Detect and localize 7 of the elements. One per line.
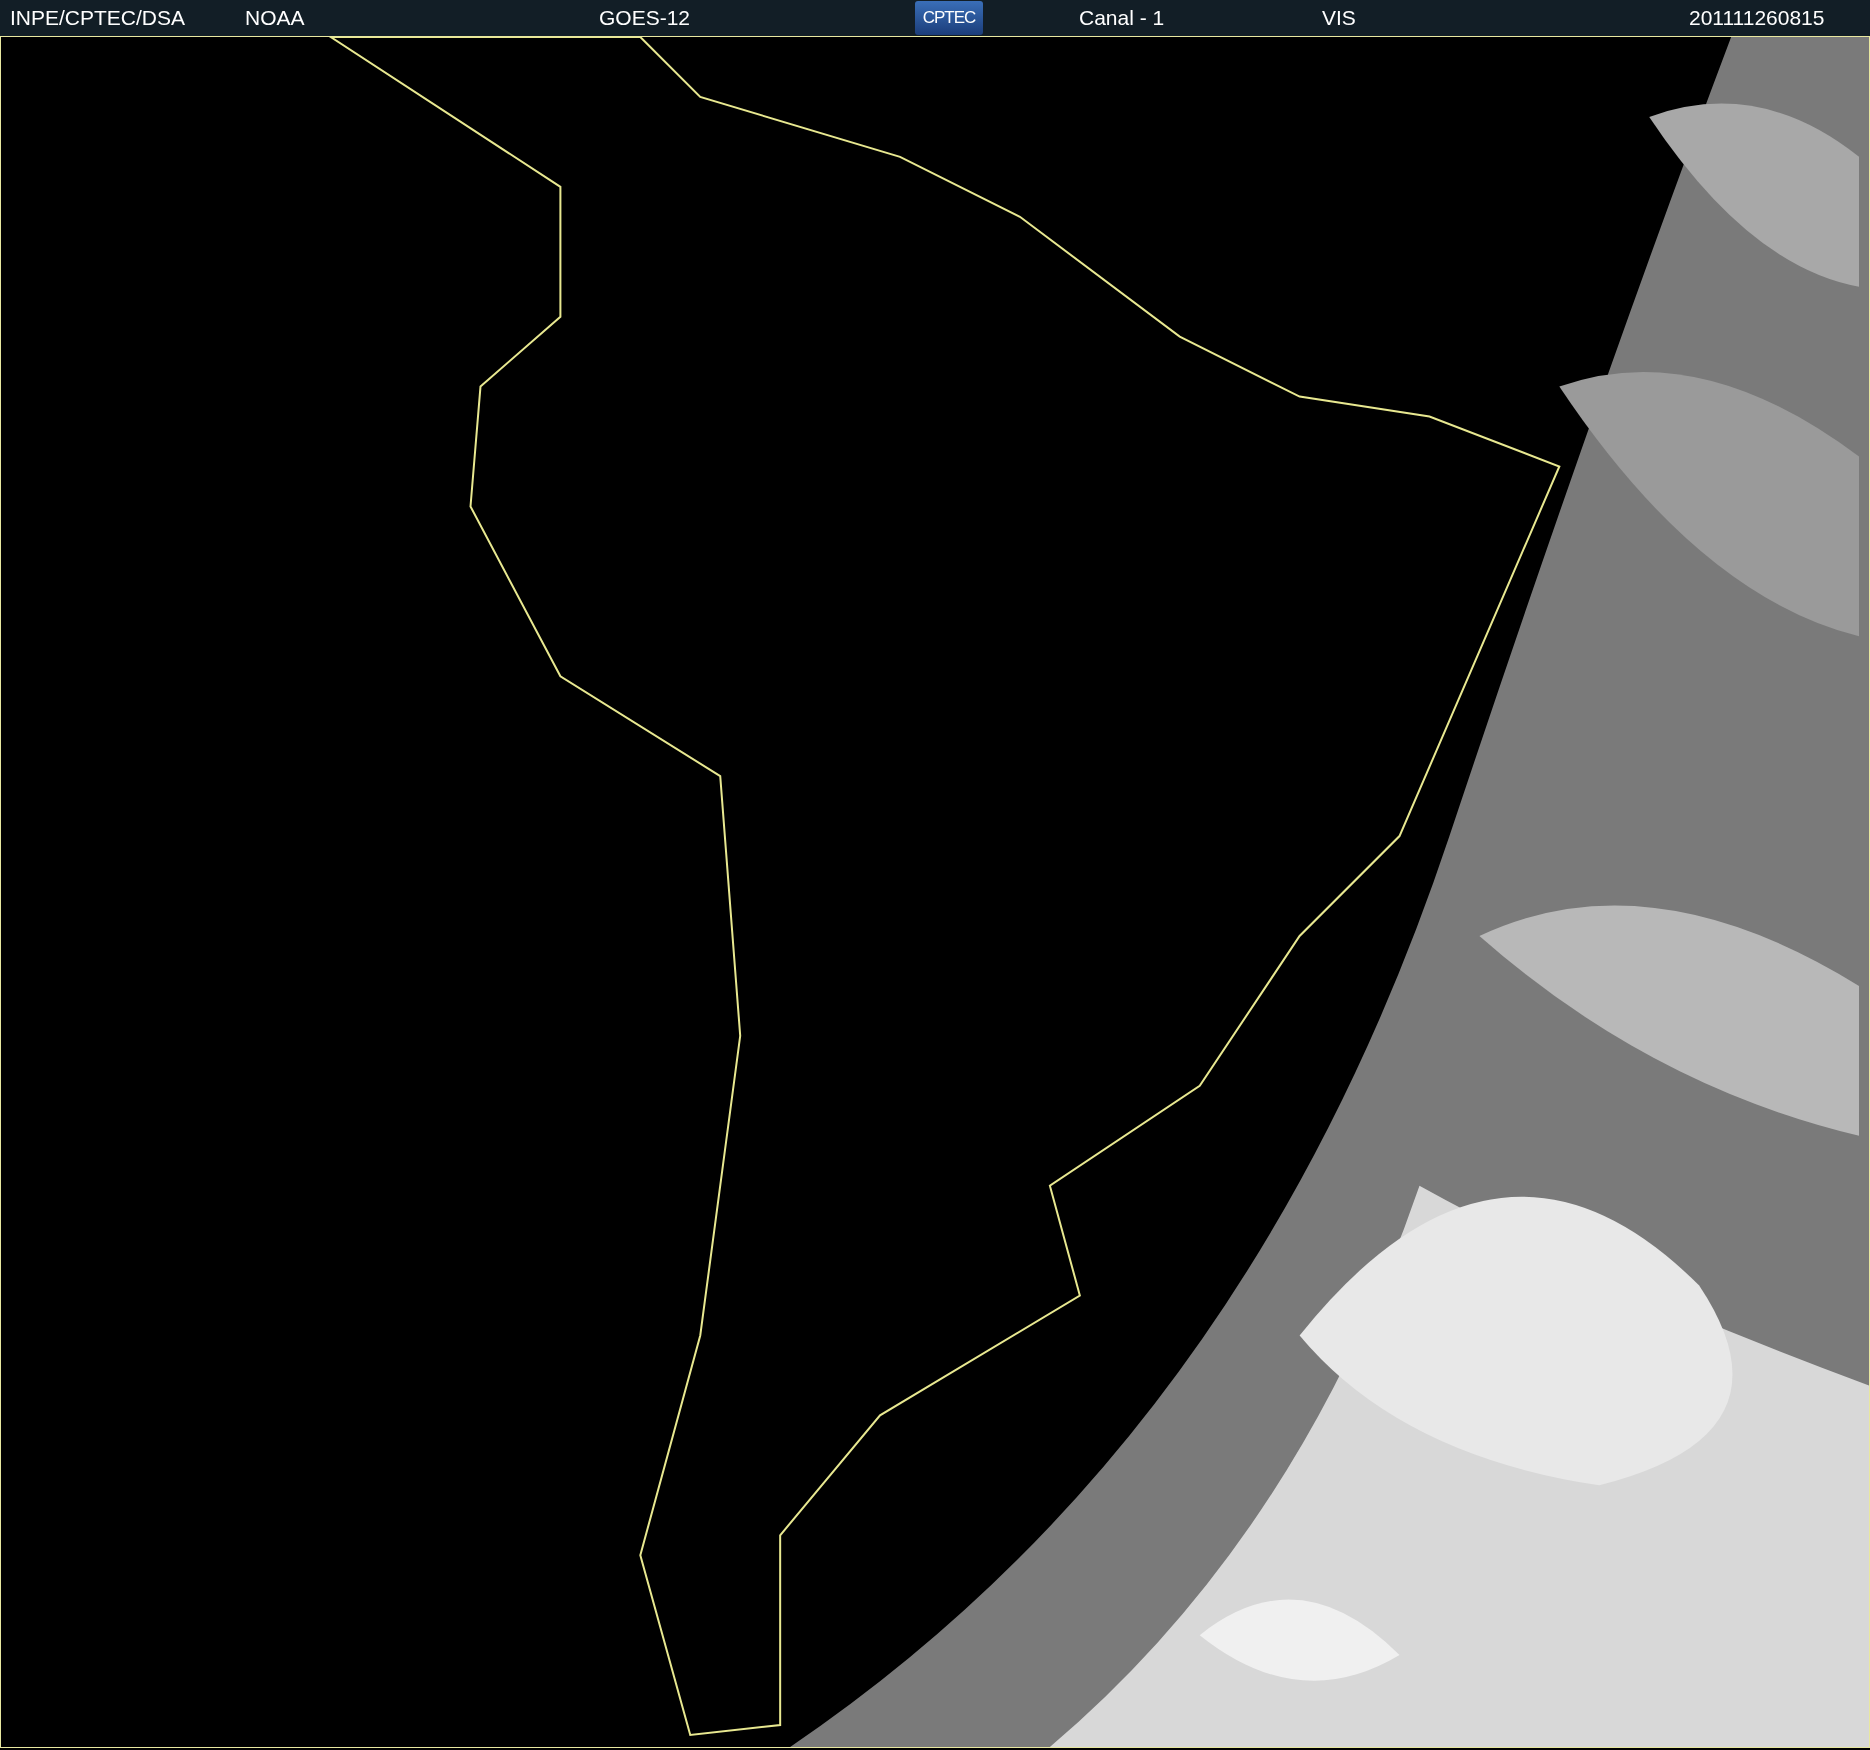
header-label: GOES-12 [599, 6, 692, 30]
header-label: 201111260815 [1689, 6, 1825, 30]
header-label: Canal - 1 [1079, 6, 1166, 30]
header-label: NOAA [245, 6, 306, 30]
header-label: INPE/CPTEC/DSA [10, 6, 187, 30]
logo: CPTEC [915, 1, 983, 35]
header-label: VIS [1322, 6, 1357, 30]
